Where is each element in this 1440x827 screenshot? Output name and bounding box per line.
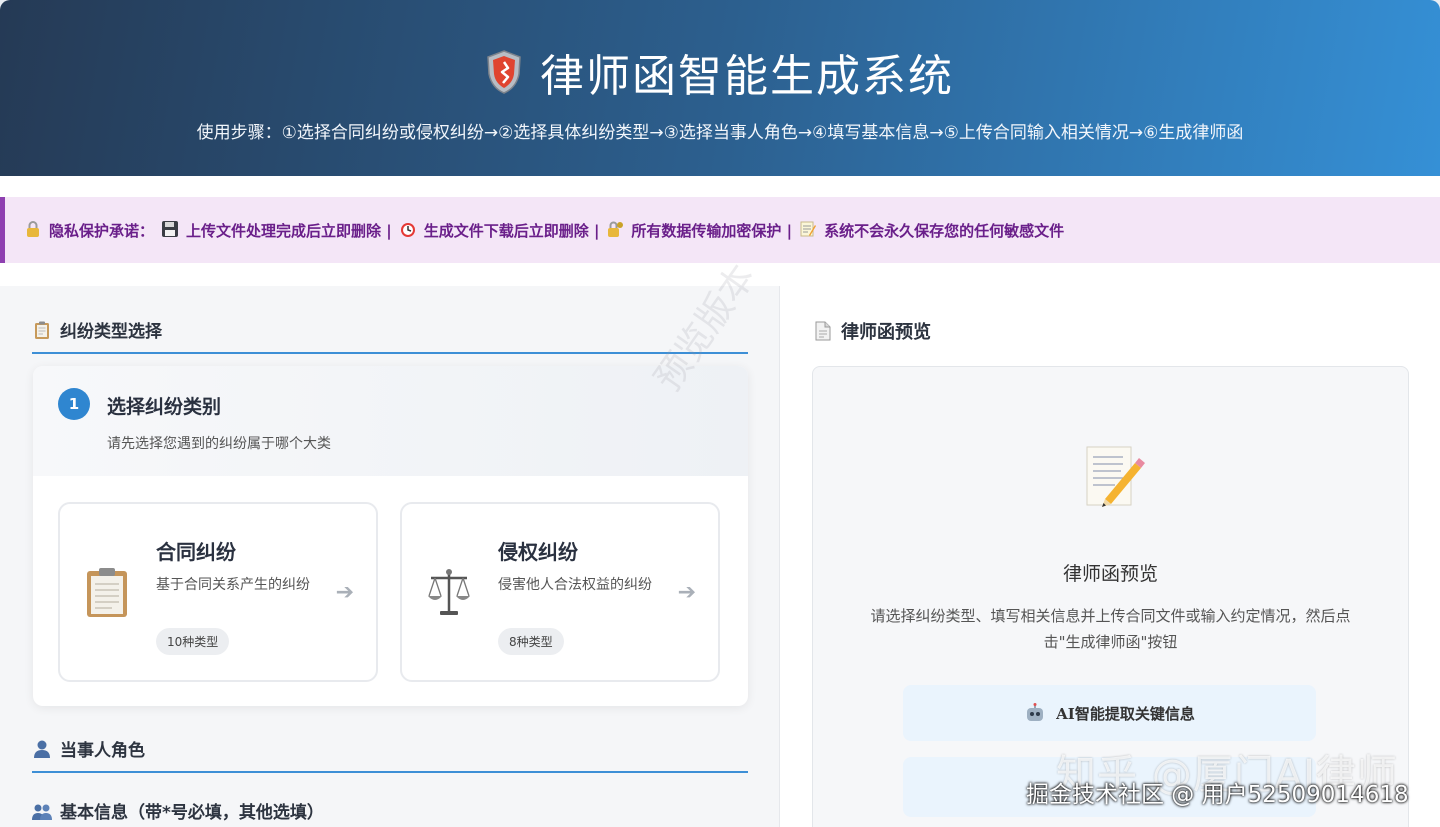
usage-steps: 使用步骤：①选择合同纠纷或侵权纠纷→②选择具体纠纷类型→③选择当事人角色→④填写… bbox=[196, 123, 1244, 143]
app-window: 律师函智能生成系统 使用步骤：①选择合同纠纷或侵权纠纷→②选择具体纠纷类型→③选… bbox=[0, 0, 1440, 827]
preview-section-header: 律师函预览 bbox=[813, 318, 931, 344]
contract-dispute-title: 合同纠纷 bbox=[156, 540, 236, 564]
step-header: 1 选择纠纷类别 请先选择您遇到的纠纷属于哪个大类 bbox=[33, 366, 748, 476]
privacy-item-storage: 系统不会永久保存您的任何敏感文件 bbox=[824, 221, 1065, 240]
privacy-banner: 隐私保护承诺： 上传文件处理完成后立即删除 | 生成文件下载后立即删除 | 所有… bbox=[0, 197, 1440, 263]
step-card-category: 1 选择纠纷类别 请先选择您遇到的纠纷属于哪个大类 合同纠纷 基于合同关系产生的… bbox=[33, 366, 748, 706]
header-title-row: 律师函智能生成系统 bbox=[0, 40, 1440, 104]
juejin-watermark: 掘金技术社区 @ 用户52509014618 bbox=[1026, 782, 1409, 808]
tort-dispute-count-badge: 8种类型 bbox=[498, 628, 564, 655]
contract-dispute-desc: 基于合同关系产生的纠纷 bbox=[156, 577, 310, 593]
feature-ai-extract: AI智能提取关键信息 bbox=[903, 685, 1316, 741]
basic-info-section-title: 基本信息（带*号必填，其他选填） bbox=[60, 803, 324, 823]
document-icon bbox=[815, 321, 831, 341]
page-header: 律师函智能生成系统 使用步骤：①选择合同纠纷或侵权纠纷→②选择具体纠纷类型→③选… bbox=[0, 0, 1440, 176]
privacy-label: 隐私保护承诺： bbox=[49, 221, 155, 240]
tort-dispute-desc: 侵害他人合法权益的纠纷 bbox=[498, 577, 652, 593]
tort-dispute-card[interactable]: 侵权纠纷 侵害他人合法权益的纠纷 8种类型 ➔ bbox=[400, 502, 720, 682]
robot-icon bbox=[1027, 703, 1044, 721]
step-subtitle: 请先选择您遇到的纠纷属于哪个大类 bbox=[107, 436, 331, 452]
basic-info-section-header: 基本信息（带*号必填，其他选填） bbox=[32, 798, 324, 823]
person-icon bbox=[34, 740, 50, 758]
privacy-item-encryption: 所有数据传输加密保护 | bbox=[631, 221, 793, 240]
step-title: 选择纠纷类别 bbox=[107, 396, 222, 418]
memo-icon bbox=[798, 220, 818, 240]
tort-dispute-title: 侵权纠纷 bbox=[498, 540, 578, 564]
locked-key-icon bbox=[605, 220, 625, 240]
dispute-section-header: 纠纷类型选择 bbox=[32, 317, 748, 354]
memo-pencil-icon bbox=[1086, 446, 1145, 507]
clipboard-icon bbox=[35, 321, 49, 339]
role-section-title: 当事人角色 bbox=[60, 741, 145, 761]
privacy-item-upload: 上传文件处理完成后立即删除 | bbox=[186, 221, 392, 240]
arrow-right-icon: ➔ bbox=[335, 580, 354, 605]
privacy-item-download: 生成文件下载后立即删除 | bbox=[423, 221, 600, 240]
lock-icon bbox=[23, 220, 43, 240]
clipboard-icon bbox=[87, 568, 127, 617]
page-title: 律师函智能生成系统 bbox=[540, 51, 954, 102]
feature-ai-extract-label: AI智能提取关键信息 bbox=[1056, 704, 1195, 723]
alarm-clock-icon bbox=[398, 220, 418, 240]
preview-instructions: 请选择纠纷类型、填写相关信息并上传合同文件或输入约定情况，然后点击"生成律师函"… bbox=[870, 607, 1351, 651]
floppy-disk-icon bbox=[160, 220, 180, 240]
dispute-section-title: 纠纷类型选择 bbox=[60, 322, 162, 342]
people-icon bbox=[32, 804, 52, 820]
shield-icon bbox=[487, 50, 521, 94]
step-number-badge: 1 bbox=[58, 388, 90, 420]
scales-icon bbox=[428, 569, 470, 615]
contract-dispute-count-badge: 10种类型 bbox=[156, 628, 230, 655]
role-section-header: 当事人角色 bbox=[32, 736, 748, 773]
contract-dispute-card[interactable]: 合同纠纷 基于合同关系产生的纠纷 10种类型 ➔ bbox=[58, 502, 378, 682]
arrow-right-icon: ➔ bbox=[677, 580, 696, 605]
preview-section-title: 律师函预览 bbox=[841, 322, 931, 343]
preview-title: 律师函预览 bbox=[1062, 563, 1158, 585]
